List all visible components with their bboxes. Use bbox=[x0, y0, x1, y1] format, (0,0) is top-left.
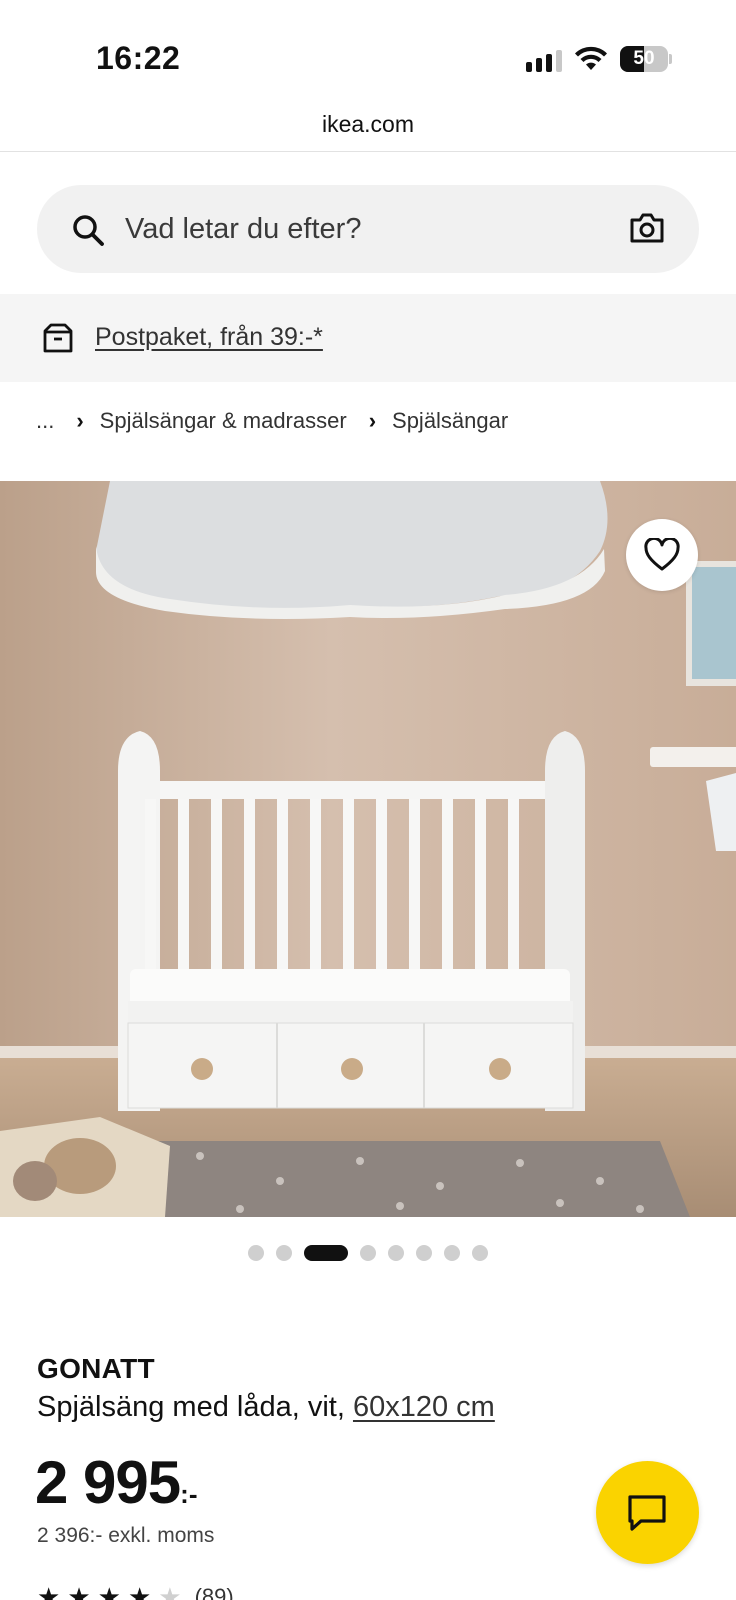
star-icon: ★ bbox=[158, 1582, 182, 1600]
star-icon: ★ bbox=[67, 1582, 91, 1600]
star-icon: ★ bbox=[97, 1582, 121, 1600]
parcel-box-icon bbox=[43, 323, 73, 353]
product-type: Spjälsäng med låda, vit, bbox=[37, 1391, 345, 1423]
image-carousel-dots bbox=[0, 1245, 736, 1261]
carousel-dot[interactable] bbox=[388, 1245, 404, 1261]
search-placeholder: Vad letar du efter? bbox=[125, 213, 362, 245]
status-bar: 16:22 50 bbox=[0, 0, 736, 110]
carousel-dot[interactable] bbox=[276, 1245, 292, 1261]
chevron-right-icon: › bbox=[368, 408, 377, 433]
breadcrumb-item-cribs-mattresses[interactable]: Spjälsängar & madrasser bbox=[100, 408, 347, 434]
breadcrumb-ellipsis[interactable]: ... bbox=[36, 408, 54, 434]
product-name: GONATT bbox=[37, 1353, 155, 1384]
browser-url-bar[interactable]: ikea.com bbox=[0, 106, 736, 152]
status-time: 16:22 bbox=[96, 40, 181, 76]
favorite-button[interactable] bbox=[626, 519, 698, 591]
price-excl-vat: 2 396:- exkl. moms bbox=[37, 1524, 215, 1547]
rating-stars: ★ ★ ★ ★ ★ bbox=[37, 1582, 189, 1600]
price-amount: 2 995 bbox=[35, 1449, 181, 1516]
product-rating[interactable]: ★ ★ ★ ★ ★ (89) bbox=[37, 1582, 234, 1600]
carousel-dot[interactable] bbox=[304, 1245, 348, 1261]
battery-level: 50 bbox=[633, 48, 655, 69]
url-text: ikea.com bbox=[321, 111, 415, 137]
carousel-dot[interactable] bbox=[444, 1245, 460, 1261]
breadcrumb: ... › Spjälsängar & madrasser › Spjälsän… bbox=[36, 404, 508, 438]
battery-icon: 50 bbox=[620, 46, 672, 72]
star-icon: ★ bbox=[37, 1582, 61, 1600]
star-icon: ★ bbox=[127, 1582, 152, 1600]
search-icon bbox=[73, 215, 104, 246]
carousel-dot[interactable] bbox=[416, 1245, 432, 1261]
breadcrumb-item-cribs[interactable]: Spjälsängar bbox=[392, 408, 508, 434]
product-image[interactable] bbox=[0, 481, 736, 1217]
carousel-dot[interactable] bbox=[472, 1245, 488, 1261]
search-input[interactable]: Vad letar du efter? bbox=[37, 185, 699, 273]
chevron-right-icon: › bbox=[76, 408, 84, 433]
wifi-icon bbox=[575, 46, 607, 70]
shipping-banner: Postpaket, från 39:-* bbox=[0, 294, 736, 382]
camera-icon[interactable] bbox=[629, 211, 665, 245]
chat-button[interactable] bbox=[596, 1461, 699, 1564]
product-description: Spjälsäng med låda, vit, 60x120 cm bbox=[37, 1388, 495, 1426]
heart-icon bbox=[644, 538, 680, 571]
carousel-dot[interactable] bbox=[248, 1245, 264, 1261]
carousel-dot[interactable] bbox=[360, 1245, 376, 1261]
shipping-link[interactable]: Postpaket, från 39:-* bbox=[95, 320, 323, 354]
price-suffix: :- bbox=[180, 1479, 198, 1509]
product-size-link[interactable]: 60x120 cm bbox=[353, 1391, 495, 1423]
product-price: 2 995:- bbox=[35, 1448, 197, 1518]
crib-photo bbox=[0, 481, 736, 1217]
cellular-signal-icon bbox=[526, 50, 566, 72]
chat-bubble-icon bbox=[628, 1495, 666, 1531]
review-count: (89) bbox=[194, 1584, 234, 1600]
